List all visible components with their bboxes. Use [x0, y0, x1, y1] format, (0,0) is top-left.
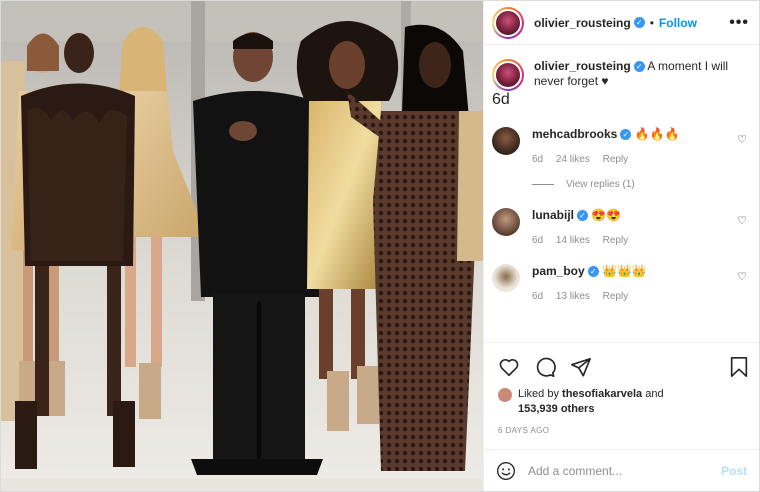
reply-button[interactable]: Reply — [603, 154, 629, 165]
verified-badge-icon: ✓ — [577, 210, 588, 222]
like-comment-heart-icon[interactable]: ♡ — [737, 133, 747, 146]
comment-likes[interactable]: 13 likes — [556, 291, 590, 302]
post-header: olivier_rousteing ✓ • Follow ••• — [484, 1, 759, 45]
comment-text: 🔥🔥🔥 — [634, 127, 680, 141]
comment-item: mehcadbrooks ✓ 🔥🔥🔥 6d 24 likes Reply ♡ — [492, 127, 749, 165]
caption-age: 6d — [492, 91, 510, 108]
like-comment-heart-icon[interactable]: ♡ — [737, 270, 747, 283]
save-bookmark-icon[interactable] — [729, 356, 749, 378]
like-heart-icon[interactable] — [498, 356, 520, 378]
commenter-avatar[interactable] — [492, 264, 520, 292]
emoji-smiley-icon[interactable] — [496, 461, 516, 481]
commenter-avatar[interactable] — [492, 208, 520, 236]
reply-button[interactable]: Reply — [603, 291, 629, 302]
comment-text: 😍😍 — [591, 208, 622, 222]
replies-line — [532, 184, 554, 185]
reply-button[interactable]: Reply — [603, 235, 629, 246]
comment-age: 6d — [532, 291, 544, 302]
caption-avatar[interactable] — [492, 59, 524, 91]
view-replies-label: View replies (1) — [566, 179, 635, 190]
comment-text: 👑👑👑 — [602, 264, 647, 278]
instagram-post: olivier_rousteing ✓ • Follow ••• olivier… — [0, 0, 760, 492]
comment-likes[interactable]: 14 likes — [556, 235, 590, 246]
author-username[interactable]: olivier_rousteing — [534, 16, 631, 30]
follow-button[interactable]: Follow — [659, 16, 697, 30]
share-paper-plane-icon[interactable] — [570, 356, 592, 378]
caption: olivier_rousteing ✓ A moment I will never… — [492, 59, 749, 91]
caption-text-block: olivier_rousteing ✓ A moment I will never… — [534, 59, 734, 91]
author-avatar[interactable] — [492, 6, 524, 39]
liked-by-user[interactable]: thesofiakarvela — [562, 388, 642, 400]
liked-by: Liked by thesofiakarvela and 153,939 oth… — [498, 387, 664, 417]
verified-badge-icon: ✓ — [633, 61, 645, 73]
view-replies-button[interactable]: View replies (1) — [532, 179, 749, 190]
verified-badge-icon: ✓ — [620, 129, 632, 141]
comment-input[interactable]: Add a comment... — [528, 464, 622, 478]
post-comment-button[interactable]: Post — [721, 464, 747, 478]
comments-section[interactable]: olivier_rousteing ✓ A moment I will never… — [484, 45, 759, 342]
comment-item: lunabijl ✓ 😍😍 6d 14 likes Reply ♡ — [492, 208, 749, 246]
post-timestamp[interactable]: 6 DAYS AGO — [498, 426, 549, 435]
commenter-username[interactable]: mehcadbrooks — [532, 127, 617, 141]
liked-by-prefix: Liked by — [518, 388, 559, 400]
caption-username[interactable]: olivier_rousteing — [534, 59, 631, 73]
post-actions — [484, 342, 759, 390]
commenter-avatar[interactable] — [492, 127, 520, 155]
comment-age: 6d — [532, 154, 544, 165]
post-photo[interactable] — [1, 1, 483, 491]
add-comment-bar: Add a comment... Post — [484, 449, 759, 491]
verified-badge-icon: ✓ — [633, 17, 645, 28]
comment-bubble-icon[interactable] — [534, 356, 556, 378]
commenter-username[interactable]: pam_boy — [532, 264, 585, 278]
runway-photo-illustration — [1, 1, 483, 491]
likes-count[interactable]: 153,939 others — [518, 403, 594, 415]
more-options-icon[interactable]: ••• — [729, 14, 749, 32]
comment-item: pam_boy ✓ 👑👑👑 6d 13 likes Reply ♡ — [492, 264, 749, 302]
liked-by-and: and — [645, 388, 664, 400]
commenter-username[interactable]: lunabijl — [532, 208, 574, 222]
liker-avatar[interactable] — [498, 388, 512, 402]
comment-age: 6d — [532, 235, 544, 246]
like-comment-heart-icon[interactable]: ♡ — [737, 214, 747, 227]
verified-badge-icon: ✓ — [587, 266, 599, 278]
dot-separator: • — [649, 15, 654, 30]
post-sidebar: olivier_rousteing ✓ • Follow ••• olivier… — [483, 1, 759, 491]
comment-likes[interactable]: 24 likes — [556, 154, 590, 165]
